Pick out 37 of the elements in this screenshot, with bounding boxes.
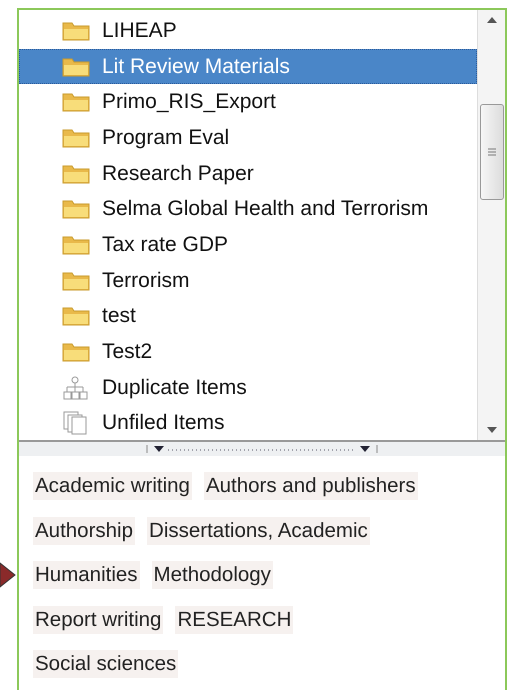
tag-label[interactable]: Social sciences bbox=[33, 650, 178, 678]
collection-item[interactable]: Research Paper bbox=[19, 156, 477, 192]
tag-label[interactable]: Dissertations, Academic bbox=[147, 516, 370, 545]
folder-icon bbox=[62, 56, 90, 77]
collection-item[interactable]: Tax rate GDP bbox=[19, 227, 477, 263]
collection-item[interactable]: Lit Review Materials bbox=[19, 48, 477, 84]
collection-item[interactable]: Test2 bbox=[19, 334, 477, 370]
tag-label[interactable]: Authorship bbox=[33, 516, 136, 545]
scrollbar[interactable] bbox=[477, 10, 505, 440]
collection-item[interactable]: Selma Global Health and Terrorism bbox=[19, 191, 477, 228]
folder-icon bbox=[62, 234, 90, 255]
scroll-down-icon[interactable] bbox=[486, 427, 496, 433]
collection-item[interactable]: Terrorism bbox=[19, 262, 477, 298]
collection-item[interactable]: Program Eval bbox=[19, 120, 477, 156]
collection-item[interactable]: Duplicate Items bbox=[19, 370, 477, 406]
folder-icon bbox=[62, 92, 90, 112]
tag-label[interactable]: Methodology bbox=[152, 561, 273, 590]
collection-item[interactable]: LIHEAP bbox=[19, 13, 477, 49]
folder-icon bbox=[62, 128, 90, 148]
scroll-up-icon[interactable] bbox=[486, 17, 496, 23]
folder-icon bbox=[62, 164, 90, 184]
folder-icon bbox=[62, 199, 90, 220]
duplicate-items-icon bbox=[62, 376, 90, 400]
tag-label[interactable]: Report writing bbox=[33, 606, 164, 634]
tag-label[interactable]: RESEARCH bbox=[175, 606, 294, 634]
collection-item[interactable]: Unfiled Items bbox=[19, 406, 477, 442]
folder-icon bbox=[62, 20, 90, 41]
folder-icon bbox=[62, 342, 90, 362]
tag-label[interactable]: Academic writing bbox=[33, 472, 192, 500]
tag-label[interactable]: Authors and publishers bbox=[204, 472, 418, 500]
folder-icon bbox=[62, 270, 90, 291]
folder-icon bbox=[62, 306, 90, 326]
splitter-handle-icon[interactable] bbox=[146, 444, 378, 454]
tag-label[interactable]: Humanities bbox=[33, 561, 140, 590]
collection-item[interactable]: test bbox=[19, 298, 477, 334]
collection-item[interactable]: Primo_RIS_Export bbox=[19, 84, 477, 120]
grip-icon bbox=[488, 148, 496, 156]
